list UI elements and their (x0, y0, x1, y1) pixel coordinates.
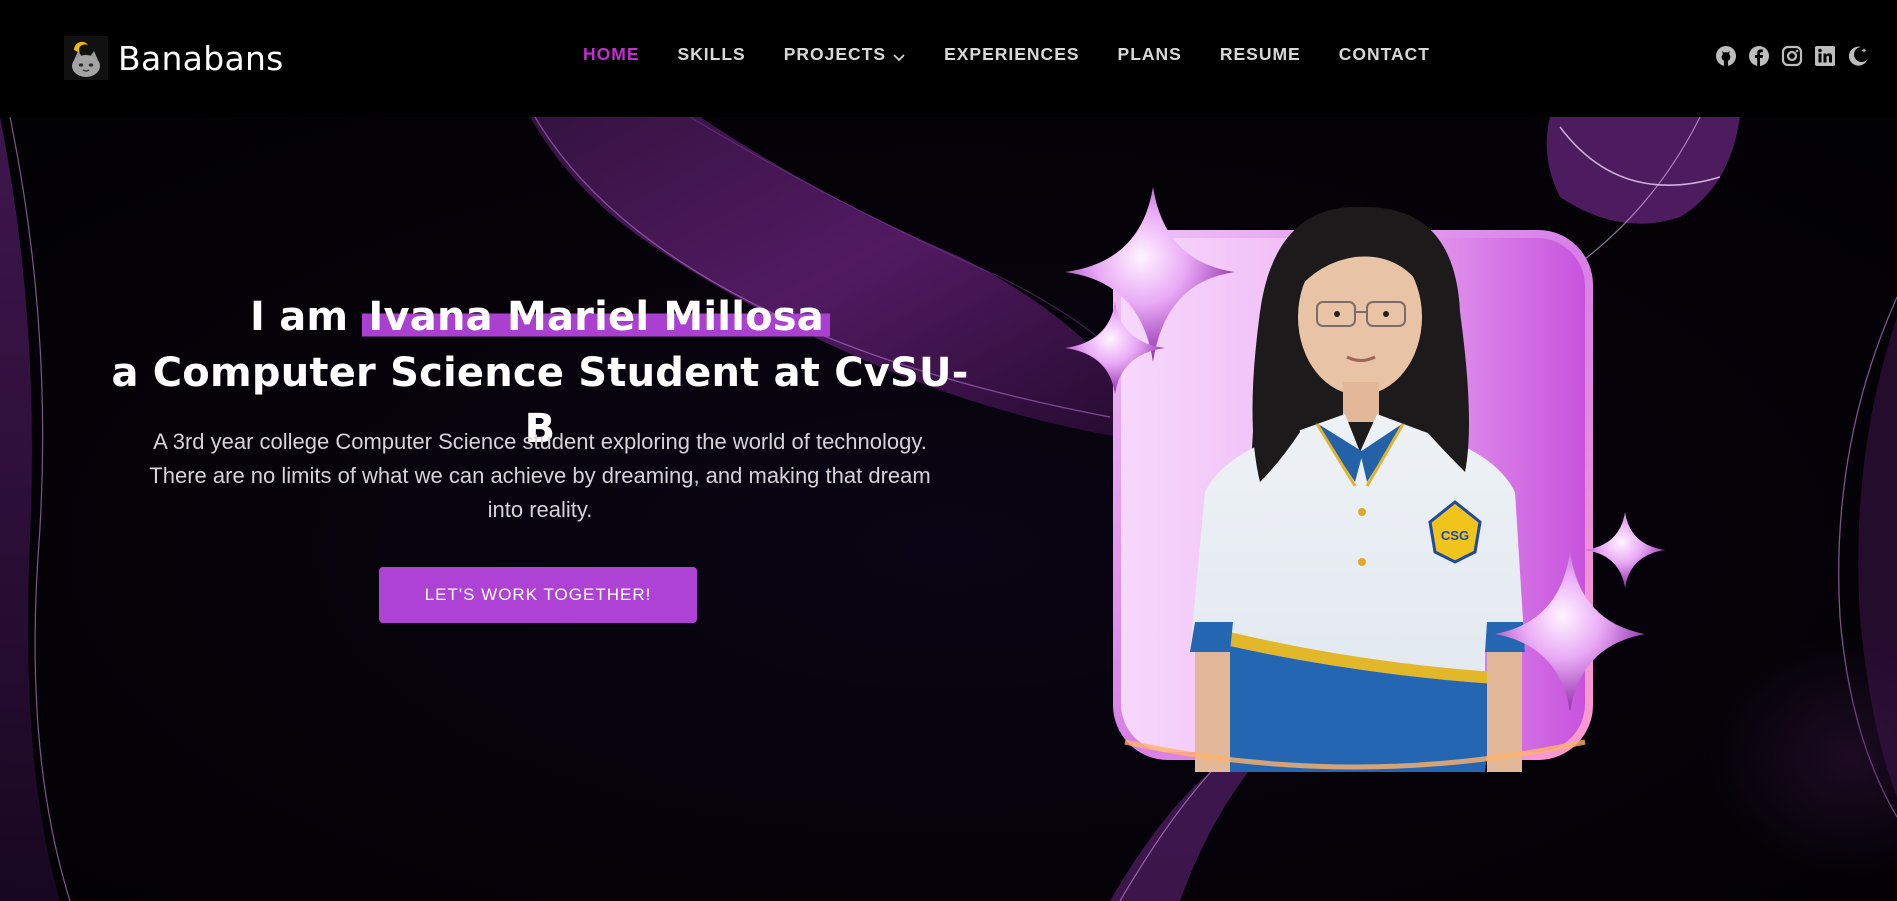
linkedin-icon[interactable] (1814, 45, 1836, 67)
nav-item-label: SKILLS (677, 44, 746, 64)
nav-item-label: HOME (583, 44, 640, 64)
nav-item-plans[interactable]: PLANS (1118, 44, 1182, 65)
nav-item-label: PLANS (1117, 44, 1182, 64)
top-navbar: Banabans HOME SKILLS PROJECTS EXPERIENCE… (0, 0, 1897, 117)
nav-item-resume[interactable]: RESUME (1220, 44, 1301, 65)
chevron-down-icon (892, 48, 906, 62)
shirt-badge-text: CSG (1441, 528, 1469, 543)
main-nav: HOME SKILLS PROJECTS EXPERIENCES PLANS R… (583, 44, 1468, 65)
nav-item-label: CONTACT (1338, 44, 1430, 64)
hero-section: I am Ivana Mariel Millosa a Computer Sci… (0, 117, 1897, 901)
instagram-icon[interactable] (1781, 45, 1803, 67)
facebook-icon[interactable] (1748, 45, 1770, 67)
social-links (1715, 45, 1869, 67)
hero-intro: I am (250, 294, 349, 340)
profile-portrait: CSG (1065, 187, 1665, 772)
nav-item-contact[interactable]: CONTACT (1339, 44, 1430, 65)
work-together-button[interactable]: LET'S WORK TOGETHER! (379, 567, 697, 623)
nav-item-label: PROJECTS (783, 44, 887, 64)
hero-description: A 3rd year college Computer Science stud… (149, 429, 931, 522)
sparkle-star-right-small (1585, 512, 1665, 588)
brand-name: Banabans (118, 38, 284, 78)
nav-item-home[interactable]: HOME (583, 44, 640, 65)
hero-name-highlight: Ivana Mariel Millosa (362, 294, 830, 340)
dark-mode-toggle-icon[interactable] (1847, 45, 1869, 67)
github-icon[interactable] (1715, 45, 1737, 67)
nav-item-skills[interactable]: SKILLS (678, 44, 746, 65)
nav-item-projects[interactable]: PROJECTS (784, 44, 906, 65)
nav-item-experiences[interactable]: EXPERIENCES (944, 44, 1079, 65)
nav-item-label: EXPERIENCES (944, 44, 1080, 64)
cat-moon-icon (64, 36, 108, 80)
brand-link[interactable]: Banabans (64, 36, 284, 80)
nav-item-label: RESUME (1219, 44, 1301, 64)
